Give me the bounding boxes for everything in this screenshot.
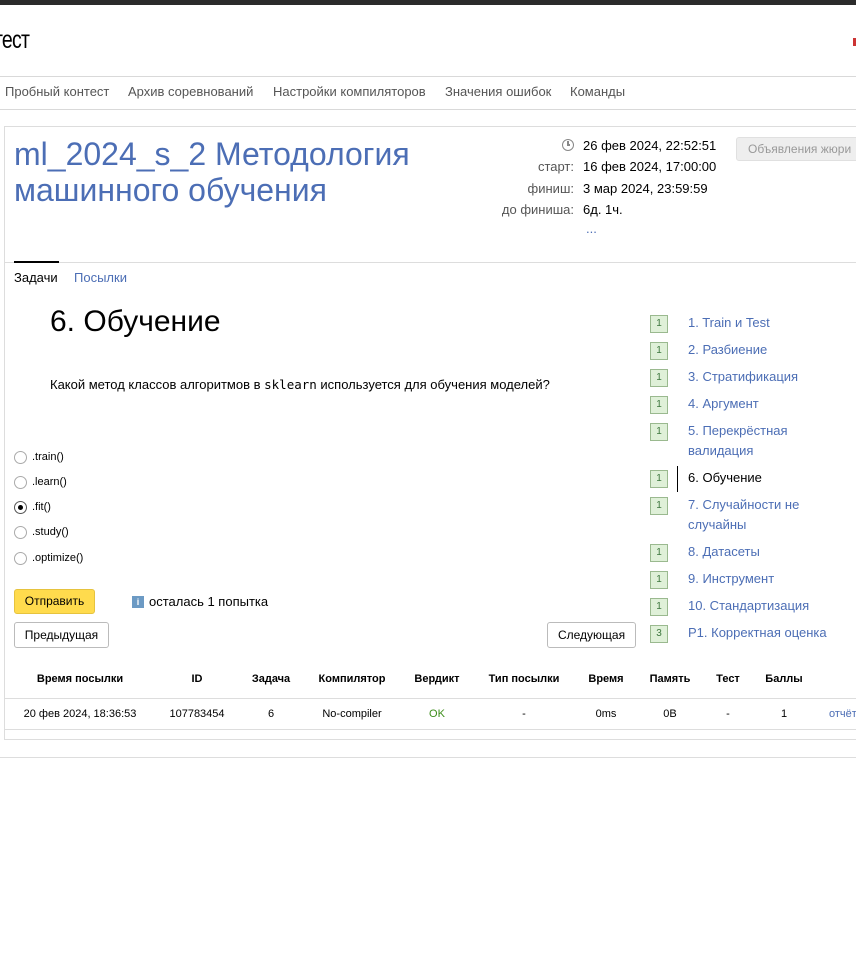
info-icon: i [132, 596, 144, 608]
col-header-test: Тест [716, 673, 740, 685]
cell-time: 20 фев 2024, 18:36:53 [23, 708, 137, 720]
option-label: .optimize() [32, 552, 84, 564]
table-divider [4, 729, 856, 730]
score-badge: 3 [650, 625, 668, 643]
option-label: .study() [32, 526, 69, 538]
cell-type: - [522, 708, 526, 720]
question-code: sklearn [264, 377, 317, 392]
cell-score: 1 [780, 708, 788, 720]
problem-link[interactable]: 2. Разбиение [688, 340, 838, 360]
col-header-verdict: Вердикт [414, 673, 460, 685]
start-label: старт: [537, 159, 574, 174]
nav-item-errors[interactable]: Значения ошибок [445, 84, 551, 99]
nav-item-trial-contest[interactable]: Пробный контест [5, 84, 109, 99]
problem-link[interactable]: 10. Стандартизация [688, 596, 838, 616]
score-badge: 1 [650, 470, 668, 488]
footer-divider [0, 757, 856, 758]
problem-link[interactable]: 1. Train и Test [688, 313, 838, 333]
report-link[interactable]: отчёт [829, 708, 856, 720]
question-text-end: используется для обучения моделей? [316, 377, 550, 392]
option-study[interactable]: .study() [14, 524, 69, 540]
attempts-remaining: осталась 1 попытка [149, 594, 269, 609]
clock-icon [562, 139, 574, 151]
current-time: 26 фев 2024, 22:52:51 [583, 138, 717, 153]
score-badge: 1 [650, 544, 668, 562]
option-label: .train() [32, 451, 64, 463]
col-header-memory: Память [649, 673, 691, 685]
col-header-id: ID [191, 673, 203, 685]
problem-link[interactable]: P1. Корректная оценка [688, 623, 838, 643]
problem-link[interactable]: 6. Обучение [688, 468, 838, 488]
col-header-problem: Задача [251, 673, 291, 685]
problem-link[interactable]: 3. Стратификация [688, 367, 838, 387]
option-label: .fit() [32, 501, 51, 513]
nav-item-compilers[interactable]: Настройки компиляторов [273, 84, 426, 99]
jury-announcements-button[interactable]: Объявления жюри [736, 137, 856, 161]
cell-problem: 6 [267, 708, 275, 720]
logo[interactable]: тест [0, 26, 30, 55]
cell-compiler: No-compiler [322, 708, 382, 720]
finish-time: 3 мар 2024, 23:59:59 [583, 181, 708, 196]
option-fit[interactable]: .fit() [14, 499, 51, 515]
option-learn[interactable]: .learn() [14, 474, 67, 490]
option-optimize[interactable]: .optimize() [14, 550, 83, 566]
option-label: .learn() [32, 476, 67, 488]
score-badge: 1 [650, 369, 668, 387]
problem-link[interactable]: 4. Аргумент [688, 394, 838, 414]
prev-button[interactable]: Предыдущая [14, 622, 109, 648]
radio-checked-icon[interactable] [14, 500, 27, 514]
radio-icon[interactable] [14, 450, 27, 464]
cell-id: 107783454 [169, 708, 225, 720]
score-badge: 1 [650, 571, 668, 589]
col-header-type: Тип посылки [488, 673, 560, 685]
nav-item-teams[interactable]: Команды [570, 84, 625, 99]
col-header-compiler: Компилятор [318, 673, 386, 685]
question-text-start: Какой метод классов алгоритмов в [50, 377, 265, 392]
col-header-score: Баллы [765, 673, 803, 685]
current-problem-marker [677, 466, 678, 492]
problem-title: 6. Обучение [50, 305, 221, 338]
next-button[interactable]: Следующая [547, 622, 636, 648]
finish-label: финиш: [527, 181, 574, 196]
option-train[interactable]: .train() [14, 449, 64, 465]
remaining-label: до финиша: [501, 202, 574, 217]
table-divider [4, 698, 856, 699]
submit-button[interactable]: Отправить [14, 589, 95, 614]
col-header-time: Время посылки [36, 673, 124, 685]
remaining-time: 6д. 1ч. [583, 202, 623, 217]
score-badge: 1 [650, 396, 668, 414]
tabs-divider [4, 262, 856, 263]
more-link[interactable]: ... [586, 221, 597, 236]
problem-link[interactable]: 7. Случайности не случайны [688, 495, 838, 535]
cell-verdict: OK [429, 708, 445, 720]
score-badge: 1 [650, 423, 668, 441]
tab-problems[interactable]: Задачи [14, 261, 59, 285]
tab-submissions[interactable]: Посылки [74, 270, 127, 285]
score-badge: 1 [650, 497, 668, 515]
problem-question: Какой метод классов алгоритмов в sklearn… [50, 377, 550, 392]
radio-icon[interactable] [14, 551, 27, 565]
start-time: 16 фев 2024, 17:00:00 [583, 159, 717, 174]
problem-link[interactable]: 5. Перекрёстная валидация [688, 421, 838, 461]
contest-title[interactable]: ml_2024_s_2 Методология машинного обучен… [14, 136, 444, 208]
score-badge: 1 [650, 342, 668, 360]
col-header-runtime: Время [588, 673, 624, 685]
problem-link[interactable]: 8. Датасеты [688, 542, 838, 562]
nav-item-archive[interactable]: Архив соревнований [128, 84, 253, 99]
score-badge: 1 [650, 315, 668, 333]
radio-icon[interactable] [14, 475, 27, 489]
radio-icon[interactable] [14, 525, 27, 539]
cell-runtime: 0ms [595, 708, 617, 720]
main-nav: Пробный контест Архив соревнований Настр… [0, 76, 856, 110]
cell-test: - [726, 708, 730, 720]
problem-link[interactable]: 9. Инструмент [688, 569, 838, 589]
top-bar [0, 0, 856, 5]
cell-memory: 0B [663, 708, 677, 720]
score-badge: 1 [650, 598, 668, 616]
